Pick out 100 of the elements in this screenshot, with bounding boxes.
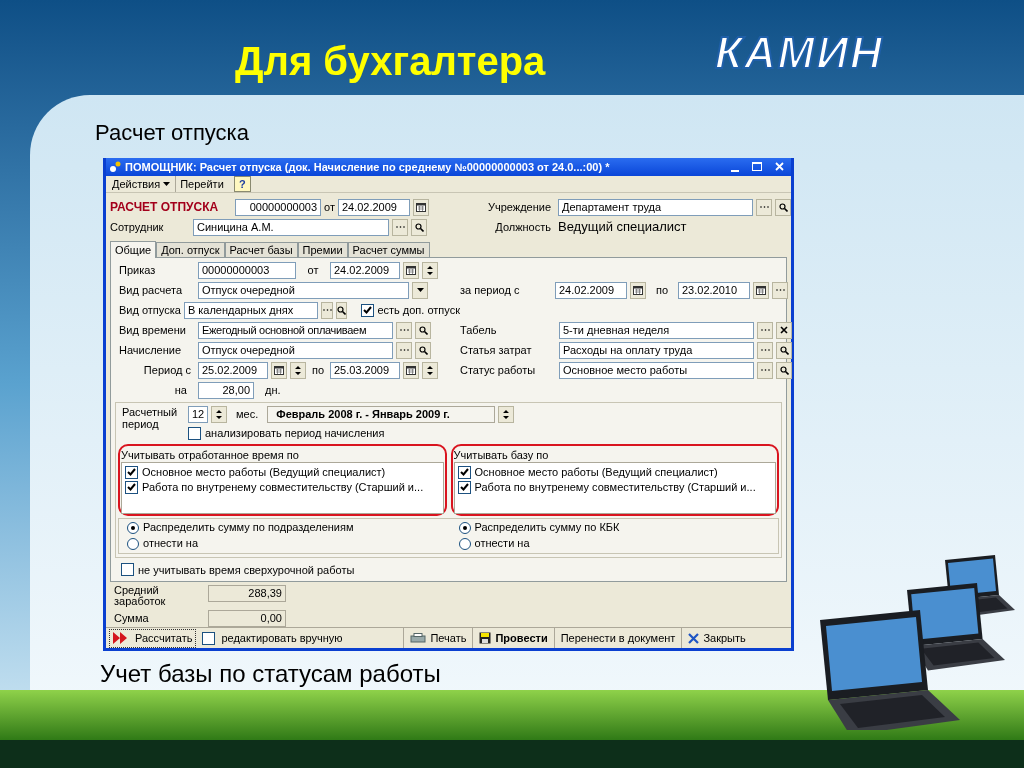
input-field[interactable]: Синицина А.М.: [193, 218, 389, 236]
input-field[interactable]: 00000000003: [198, 261, 296, 279]
search-button[interactable]: [776, 361, 792, 379]
checkbox[interactable]: [125, 465, 138, 479]
clear-button[interactable]: [776, 321, 792, 339]
input-field[interactable]: 00000000003: [235, 198, 321, 216]
calendar-icon: [633, 285, 643, 295]
dropdown-button[interactable]: [412, 281, 428, 299]
up-down-arrows-icon: [216, 409, 222, 420]
checkmark-icon: [363, 306, 373, 314]
tab[interactable]: Расчет суммы: [347, 242, 430, 257]
field-label: по: [310, 362, 326, 378]
checkbox[interactable]: [202, 631, 216, 645]
field-label: Статья затрат: [460, 342, 533, 358]
tab[interactable]: Премии: [297, 242, 348, 257]
input-field[interactable]: 24.02.2009: [555, 281, 627, 299]
input-field[interactable]: Отпуск очередной: [198, 341, 393, 359]
field-label: Начисление: [118, 342, 183, 358]
tab[interactable]: Доп. отпуск: [156, 242, 225, 257]
search-button[interactable]: [415, 341, 431, 359]
input-field[interactable]: 24.02.2009: [337, 198, 410, 216]
checkbox-label: есть доп. отпуск: [377, 302, 460, 318]
field-label: дн.: [265, 382, 281, 398]
calendar-button[interactable]: [403, 261, 419, 279]
input-field[interactable]: Департамент труда: [558, 198, 753, 216]
close-icon: [780, 326, 788, 334]
print-button[interactable]: Печать: [403, 628, 473, 648]
transfer-button[interactable]: Перенести в документ: [553, 628, 682, 648]
up-down-arrows-icon: [427, 264, 433, 276]
spin-button[interactable]: [498, 406, 515, 423]
checkbox[interactable]: [125, 480, 138, 494]
checkbox-label: анализировать период начисления: [205, 426, 385, 441]
calendar-button[interactable]: [753, 281, 769, 299]
option-label: Распределить сумму по КБК: [474, 520, 620, 536]
radio-button[interactable]: [127, 537, 139, 550]
checkbox[interactable]: [361, 303, 375, 317]
slide-title: Для бухгалтера: [235, 38, 546, 84]
radio-button[interactable]: [127, 521, 139, 534]
post-button[interactable]: Провести: [472, 628, 554, 648]
field-label: Средний заработок: [114, 585, 167, 607]
search-button[interactable]: [775, 198, 791, 216]
calendar-button[interactable]: [630, 281, 646, 299]
checkbox[interactable]: [457, 480, 471, 494]
radio-button[interactable]: [458, 521, 471, 534]
input-field[interactable]: Расходы на оплату труда: [559, 341, 754, 359]
input-field[interactable]: 28,00: [198, 381, 254, 399]
calendar-button[interactable]: [403, 361, 419, 379]
calendar-button[interactable]: [271, 361, 287, 379]
search-icon: [778, 202, 788, 212]
input-field[interactable]: 12: [188, 406, 208, 423]
input-field[interactable]: 23.02.2010: [678, 281, 750, 299]
search-icon: [418, 325, 428, 335]
spin-button[interactable]: [422, 261, 438, 279]
input-field[interactable]: 25.03.2009: [330, 361, 400, 379]
calculate-button[interactable]: Рассчитать: [109, 628, 197, 648]
spin-button[interactable]: [290, 361, 306, 379]
spin-button[interactable]: [422, 361, 438, 379]
period-field[interactable]: Февраль 2008 г. - Январь 2009 г.: [267, 406, 496, 423]
window-title: ПОМОЩНИК: Расчет отпуска (док. Начисление по среднему №00000000003 от 24.0...:00) *: [125, 159, 611, 175]
goto-menu[interactable]: Перейти: [175, 175, 228, 192]
option-label: Работа по внутренему совместительству (Старший и...: [142, 479, 424, 495]
checkbox[interactable]: [457, 465, 471, 479]
search-button[interactable]: [776, 341, 792, 359]
input-field[interactable]: Ежегодный основной оплачиваем: [198, 321, 393, 339]
search-button[interactable]: [415, 321, 431, 339]
close-button[interactable]: Закрыть: [681, 628, 752, 648]
checkbox-label: не учитывать время сверхурочной работы: [138, 562, 355, 578]
checkbox-label: редактировать вручную: [221, 630, 344, 646]
input-field[interactable]: Основное место работы: [559, 361, 754, 379]
field-label: Сумма: [114, 611, 150, 627]
checkbox[interactable]: [188, 426, 201, 440]
close-icon: [774, 162, 784, 172]
field-label: на: [173, 382, 188, 398]
field-label: Вид расчета: [118, 282, 184, 298]
calendar-icon: [756, 285, 766, 295]
input-field[interactable]: 24.02.2009: [330, 261, 400, 279]
double-arrow-icon: [113, 632, 129, 644]
option-label: Основное место работы (Ведущий специалист): [474, 464, 718, 480]
field-label: от: [324, 199, 335, 215]
input-field[interactable]: 5-ти дневная неделя: [559, 321, 754, 339]
actions-menu[interactable]: Действия: [109, 175, 174, 192]
field-label: Статус работы: [460, 362, 537, 378]
tab[interactable]: Расчет базы: [224, 242, 298, 257]
spin-button[interactable]: [211, 406, 227, 423]
input-field[interactable]: 25.02.2009: [198, 361, 268, 379]
checkbox[interactable]: [121, 563, 134, 577]
radio-button[interactable]: [458, 537, 471, 550]
field-label: Должность: [494, 219, 551, 235]
search-button[interactable]: [411, 218, 427, 236]
input-field[interactable]: В календарных днях: [183, 301, 319, 319]
calendar-icon: [274, 365, 284, 375]
position-value: Ведущий специалист: [558, 218, 687, 237]
tab[interactable]: Общие: [110, 241, 157, 258]
up-down-arrows-icon: [295, 364, 301, 376]
search-button[interactable]: [335, 301, 348, 319]
input-field[interactable]: Отпуск очередной: [198, 281, 409, 299]
field-label: мес.: [236, 407, 259, 423]
document-title: РАСЧЕТ ОТПУСКА: [110, 199, 220, 216]
calendar-button[interactable]: [412, 198, 429, 216]
printer-icon: [410, 633, 427, 643]
